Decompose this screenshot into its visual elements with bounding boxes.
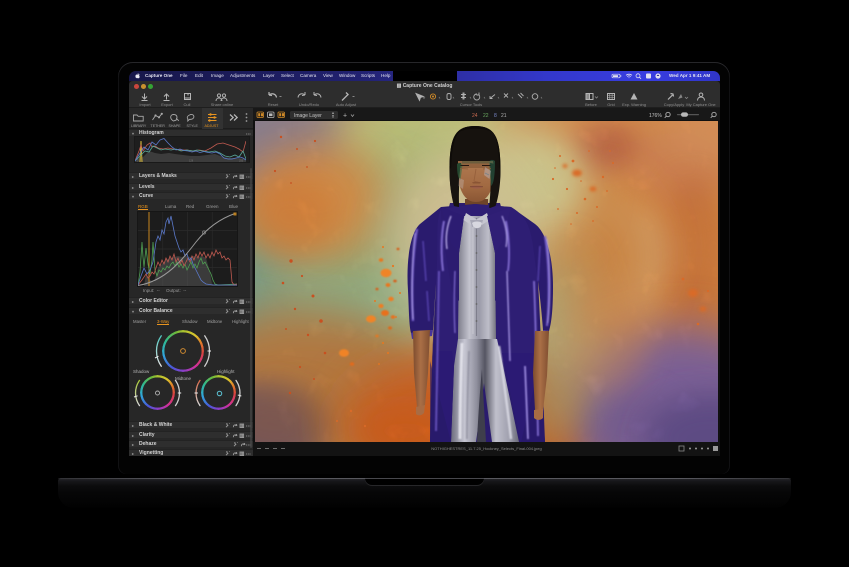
svg-text:Cull: Cull bbox=[184, 102, 191, 107]
svg-text:128: 128 bbox=[189, 160, 194, 163]
svg-text:22: 22 bbox=[483, 113, 489, 119]
svg-text:Grid: Grid bbox=[607, 102, 615, 107]
svg-text:Reset: Reset bbox=[268, 102, 279, 107]
svg-text:176%: 176% bbox=[649, 113, 662, 119]
svg-text:Auto Adjust: Auto Adjust bbox=[336, 102, 357, 107]
svg-text:Export: Export bbox=[161, 102, 173, 107]
svg-text:Copy/Apply: Copy/Apply bbox=[664, 102, 684, 107]
svg-text:8: 8 bbox=[494, 113, 497, 119]
svg-text:255: 255 bbox=[239, 160, 244, 163]
svg-text:Import: Import bbox=[139, 102, 151, 107]
svg-text:+: + bbox=[343, 113, 347, 120]
svg-text:Cursor Tools: Cursor Tools bbox=[460, 102, 482, 107]
svg-text:Exp. Warning: Exp. Warning bbox=[622, 102, 646, 107]
svg-text:Image Layer: Image Layer bbox=[294, 113, 322, 119]
svg-text:24: 24 bbox=[472, 113, 478, 119]
svg-text:My Capture One: My Capture One bbox=[686, 102, 716, 107]
svg-text:Share online: Share online bbox=[211, 102, 234, 107]
svg-text:21: 21 bbox=[501, 113, 507, 119]
svg-text:Undo/Redo: Undo/Redo bbox=[299, 102, 320, 107]
svg-text:Before: Before bbox=[585, 102, 598, 107]
